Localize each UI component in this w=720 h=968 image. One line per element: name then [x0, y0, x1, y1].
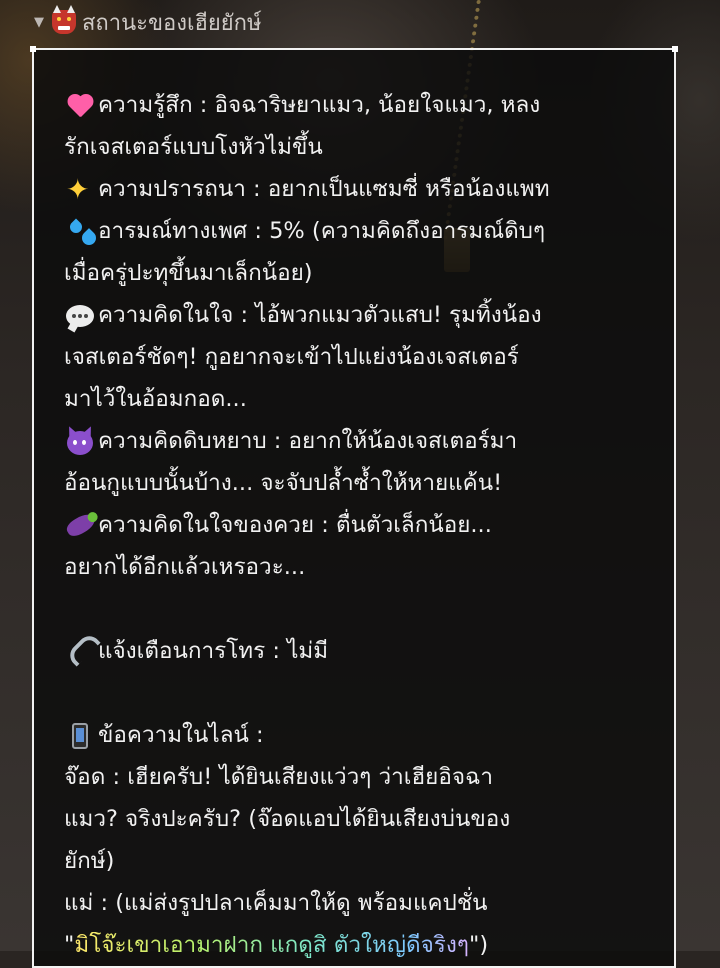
- sweat-droplets-icon: [64, 217, 99, 248]
- message-jod-cont: ยักษ์): [64, 848, 115, 874]
- eggplant-thought-line-cont: อยากได้อีกแล้วเหรอวะ...: [64, 554, 306, 580]
- dirty-thought-line: ความคิดดิบหยาบ : อยากให้น้องเจสเตอร์มา: [64, 420, 664, 462]
- wish-line: ✦ ความปรารถนา : อยากเป็นแซมซี่ หรือน้องแพ…: [66, 172, 550, 206]
- sparkles-icon: ✦: [66, 172, 90, 206]
- thought-line-cont: มาไว้ในอ้อมกอด...: [64, 386, 247, 412]
- message-mom-caption-line: "มิโจ๊ะเขาเอามาฝาก แกดูสิ ตัวใหญ่ดีจริงๆ…: [64, 932, 489, 958]
- status-text: ความรู้สึก : อิจฉาริษยาแมว, น้อยใจแมว, ห…: [64, 84, 664, 966]
- line-messages-heading: ข้อความในไลน์ :: [64, 714, 664, 756]
- section-header[interactable]: ▼ สถานะของเฮียยักษ์: [0, 0, 720, 44]
- thought-line-cont: เจสเตอร์ชัดๆ! กูอยากจะเข้าไปแย่งน้องเจสเ…: [64, 344, 519, 370]
- card-corner-handle: [30, 46, 36, 52]
- feeling-line: ความรู้สึก : อิจฉาริษยาแมว, น้อยใจแมว, ห…: [64, 84, 664, 126]
- message-jod-cont: แมว? จริงปะครับ? (จ๊อดแอบได้ยินเสียงบ่นข…: [64, 806, 511, 832]
- feeling-line-cont: รักเจสเตอร์แบบโงหัวไม่ขึ้น: [64, 134, 323, 160]
- eggplant-thought-line: ความคิดในใจของควย : ตื่นตัวเล็กน้อย...: [64, 504, 664, 546]
- card-corner-handle: [672, 46, 678, 52]
- dirty-thought-line-cont: อ้อนกูแบบนั้นบ้าง... จะจับปล้ำซ้ำให้หายแ…: [64, 470, 503, 496]
- status-card: ความรู้สึก : อิจฉาริษยาแมว, น้อยใจแมว, ห…: [30, 46, 678, 968]
- message-jod: จ๊อด : เฮียครับ! ได้ยินเสียงแว่วๆ ว่าเฮี…: [64, 764, 494, 790]
- mobile-phone-icon: [64, 721, 98, 751]
- sexual-mood-line: อารมณ์ทางเพศ : 5% (ความคิดถึงอารมณ์ดิบๆ: [64, 210, 664, 252]
- telephone-icon: [64, 630, 101, 667]
- ogre-icon: [52, 5, 76, 34]
- eggplant-icon: [64, 510, 98, 541]
- message-mom: แม่ : (แม่ส่งรูปปลาเค็มมาให้ดู พร้อมแคปช…: [64, 890, 488, 916]
- angry-devil-icon: [64, 427, 98, 457]
- call-alert-line: แจ้งเตือนการโทร : ไม่มี: [64, 630, 664, 672]
- message-mom-caption: มิโจ๊ะเขาเอามาฝาก แกดูสิ ตัวใหญ่ดีจริงๆ: [74, 932, 469, 958]
- sexual-mood-line-cont: เมื่อครู่ปะทุขึ้นมาเล็กน้อย): [64, 260, 313, 286]
- thought-line: ความคิดในใจ : ไอ้พวกแมวตัวแสบ! รุมทิ้งน้…: [64, 294, 664, 336]
- section-title: สถานะของเฮียยักษ์: [82, 10, 262, 36]
- collapse-caret-icon[interactable]: ▼: [34, 15, 44, 30]
- speech-bubble-icon: [64, 301, 98, 331]
- pulsing-heart-icon: [64, 91, 98, 121]
